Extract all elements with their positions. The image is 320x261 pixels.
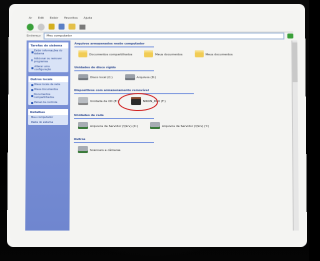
cd-drive-item[interactable]: Unidade de CD (E:) xyxy=(78,97,119,106)
network-icon xyxy=(31,83,34,86)
details-label: Meu computador xyxy=(31,116,54,120)
address-label: Endereço xyxy=(26,33,41,38)
drive-item[interactable]: Disco local (C:) xyxy=(78,74,113,81)
scanner-icon xyxy=(77,146,88,154)
toolbar xyxy=(26,21,294,33)
task-label: Adicionar ou remover programas xyxy=(33,57,62,64)
other-places-box: Outros locais Meus locais de rede Meus d… xyxy=(28,76,69,106)
camera-icon xyxy=(130,97,141,106)
folder-icon xyxy=(78,50,88,58)
group-title: Outros xyxy=(73,137,154,144)
item-label: Unidade de CD (E:) xyxy=(90,99,119,104)
group-title: Unidades de disco rígido xyxy=(74,65,155,72)
back-icon[interactable] xyxy=(26,23,34,31)
go-button[interactable] xyxy=(287,33,294,38)
network-drive-item[interactable]: Arquivos de Servidor (\\Srv) (Y:) xyxy=(149,122,210,129)
menu-file[interactable]: Ar xyxy=(29,16,32,20)
task-item[interactable]: Alterar uma configuração xyxy=(28,64,68,72)
up-folder-icon[interactable] xyxy=(48,23,55,30)
place-label: Documentos compartilhados xyxy=(33,93,54,100)
address-input[interactable]: Meu computador xyxy=(43,32,285,39)
camera-item[interactable]: NIKON_D60 (F:) xyxy=(130,97,166,106)
item-label: Arquivos (D:) xyxy=(136,75,157,80)
documents-icon xyxy=(31,88,34,91)
item-label: Arquivos de Servidor (\\Srv) (Y:) xyxy=(161,123,210,128)
drive-item[interactable]: Arquivos (D:) xyxy=(124,74,157,81)
network-drive-icon xyxy=(77,122,89,129)
group-hard-drives: Unidades de disco rígido Disco local (C:… xyxy=(74,65,299,81)
details-box: Detalhes Meu computador Pasta do sistema xyxy=(27,109,69,125)
task-label: Alterar uma configuração xyxy=(34,65,52,72)
shared-folder-icon xyxy=(31,95,33,98)
task-pane: Tarefas do sistema Exibir informações do… xyxy=(25,40,71,231)
group-title: Arquivos armazenados neste computador xyxy=(74,41,155,48)
item-label: Disco local (C:) xyxy=(90,75,113,80)
item-label: Documentos compartilhados xyxy=(89,51,133,56)
group-title: Dispositivos com armazenamento removível xyxy=(74,88,194,95)
info-icon xyxy=(31,51,34,54)
folder-icon xyxy=(194,50,204,58)
menu-view[interactable]: Exibir xyxy=(50,16,58,20)
item-label: Scanners e câmeras xyxy=(89,147,121,152)
menu-bar: Ar Edit Exibir Favoritos Ajuda xyxy=(29,15,198,21)
place-label: Painel de controle xyxy=(34,101,58,105)
task-label: Exibir informações do sistema xyxy=(34,49,63,56)
item-label: NIKON_D60 (F:) xyxy=(142,99,166,104)
group-other: Outros Scanners e câmeras xyxy=(73,137,300,154)
drive-icon xyxy=(78,74,89,81)
scroll-thumb[interactable] xyxy=(292,42,298,83)
views-icon[interactable] xyxy=(79,24,86,30)
forward-icon[interactable] xyxy=(37,23,45,31)
folder-item[interactable]: Meus documentos xyxy=(194,50,233,58)
group-title: Unidades de rede xyxy=(74,113,155,120)
group-stored-files: Arquivos armazenados neste computador Do… xyxy=(74,41,299,58)
place-label: Meus locais de rede xyxy=(34,83,61,87)
task-item[interactable]: Exibir informações do sistema xyxy=(29,48,69,56)
photo-background: Ar Edit Exibir Favoritos Ajuda Endereço … xyxy=(0,0,309,261)
item-label: Meus documentos xyxy=(205,51,233,56)
group-network-drives: Unidades de rede Arquivos de Servidor (\… xyxy=(74,113,300,129)
task-item[interactable]: Adicionar ou remover programas xyxy=(28,56,68,64)
network-drive-item[interactable]: Arquivos de Servidor (\\Srv) (X:) xyxy=(77,122,138,129)
control-panel-icon xyxy=(31,101,34,104)
details-label: Pasta do sistema xyxy=(31,121,54,125)
explorer-window: Ar Edit Exibir Favoritos Ajuda Endereço … xyxy=(6,3,308,247)
group-removable: Dispositivos com armazenamento removível… xyxy=(74,88,300,112)
search-icon[interactable] xyxy=(58,23,65,30)
system-tasks-box: Tarefas do sistema Exibir informações do… xyxy=(28,42,69,73)
scanner-item[interactable]: Scanners e câmeras xyxy=(77,146,121,154)
settings-icon xyxy=(31,67,34,70)
item-label: Arquivos de Servidor (\\Srv) (X:) xyxy=(89,123,138,128)
address-value: Meu computador xyxy=(46,33,72,38)
network-drive-icon xyxy=(149,122,160,129)
place-item[interactable]: Documentos compartilhados xyxy=(28,92,68,100)
place-label: Meus documentos xyxy=(34,88,58,92)
folder-item[interactable]: Meus documentos xyxy=(144,50,183,58)
cd-drive-icon xyxy=(78,97,89,106)
item-label: Meus documentos xyxy=(155,51,183,56)
folder-item[interactable]: Documentos compartilhados xyxy=(78,50,133,58)
address-bar: Endereço Meu computador xyxy=(26,32,294,39)
menu-favorites[interactable]: Favoritos xyxy=(64,16,77,20)
main-content: Arquivos armazenados neste computador Do… xyxy=(73,41,300,231)
menu-help[interactable]: Ajuda xyxy=(84,16,92,20)
folder-icon xyxy=(144,50,154,58)
menu-edit[interactable]: Edit xyxy=(38,16,44,20)
folders-icon[interactable] xyxy=(68,23,76,30)
programs-icon xyxy=(31,59,33,62)
details-item: Pasta do sistema xyxy=(28,120,68,125)
place-item[interactable]: Painel de controle xyxy=(28,100,68,105)
drive-icon xyxy=(124,74,135,81)
